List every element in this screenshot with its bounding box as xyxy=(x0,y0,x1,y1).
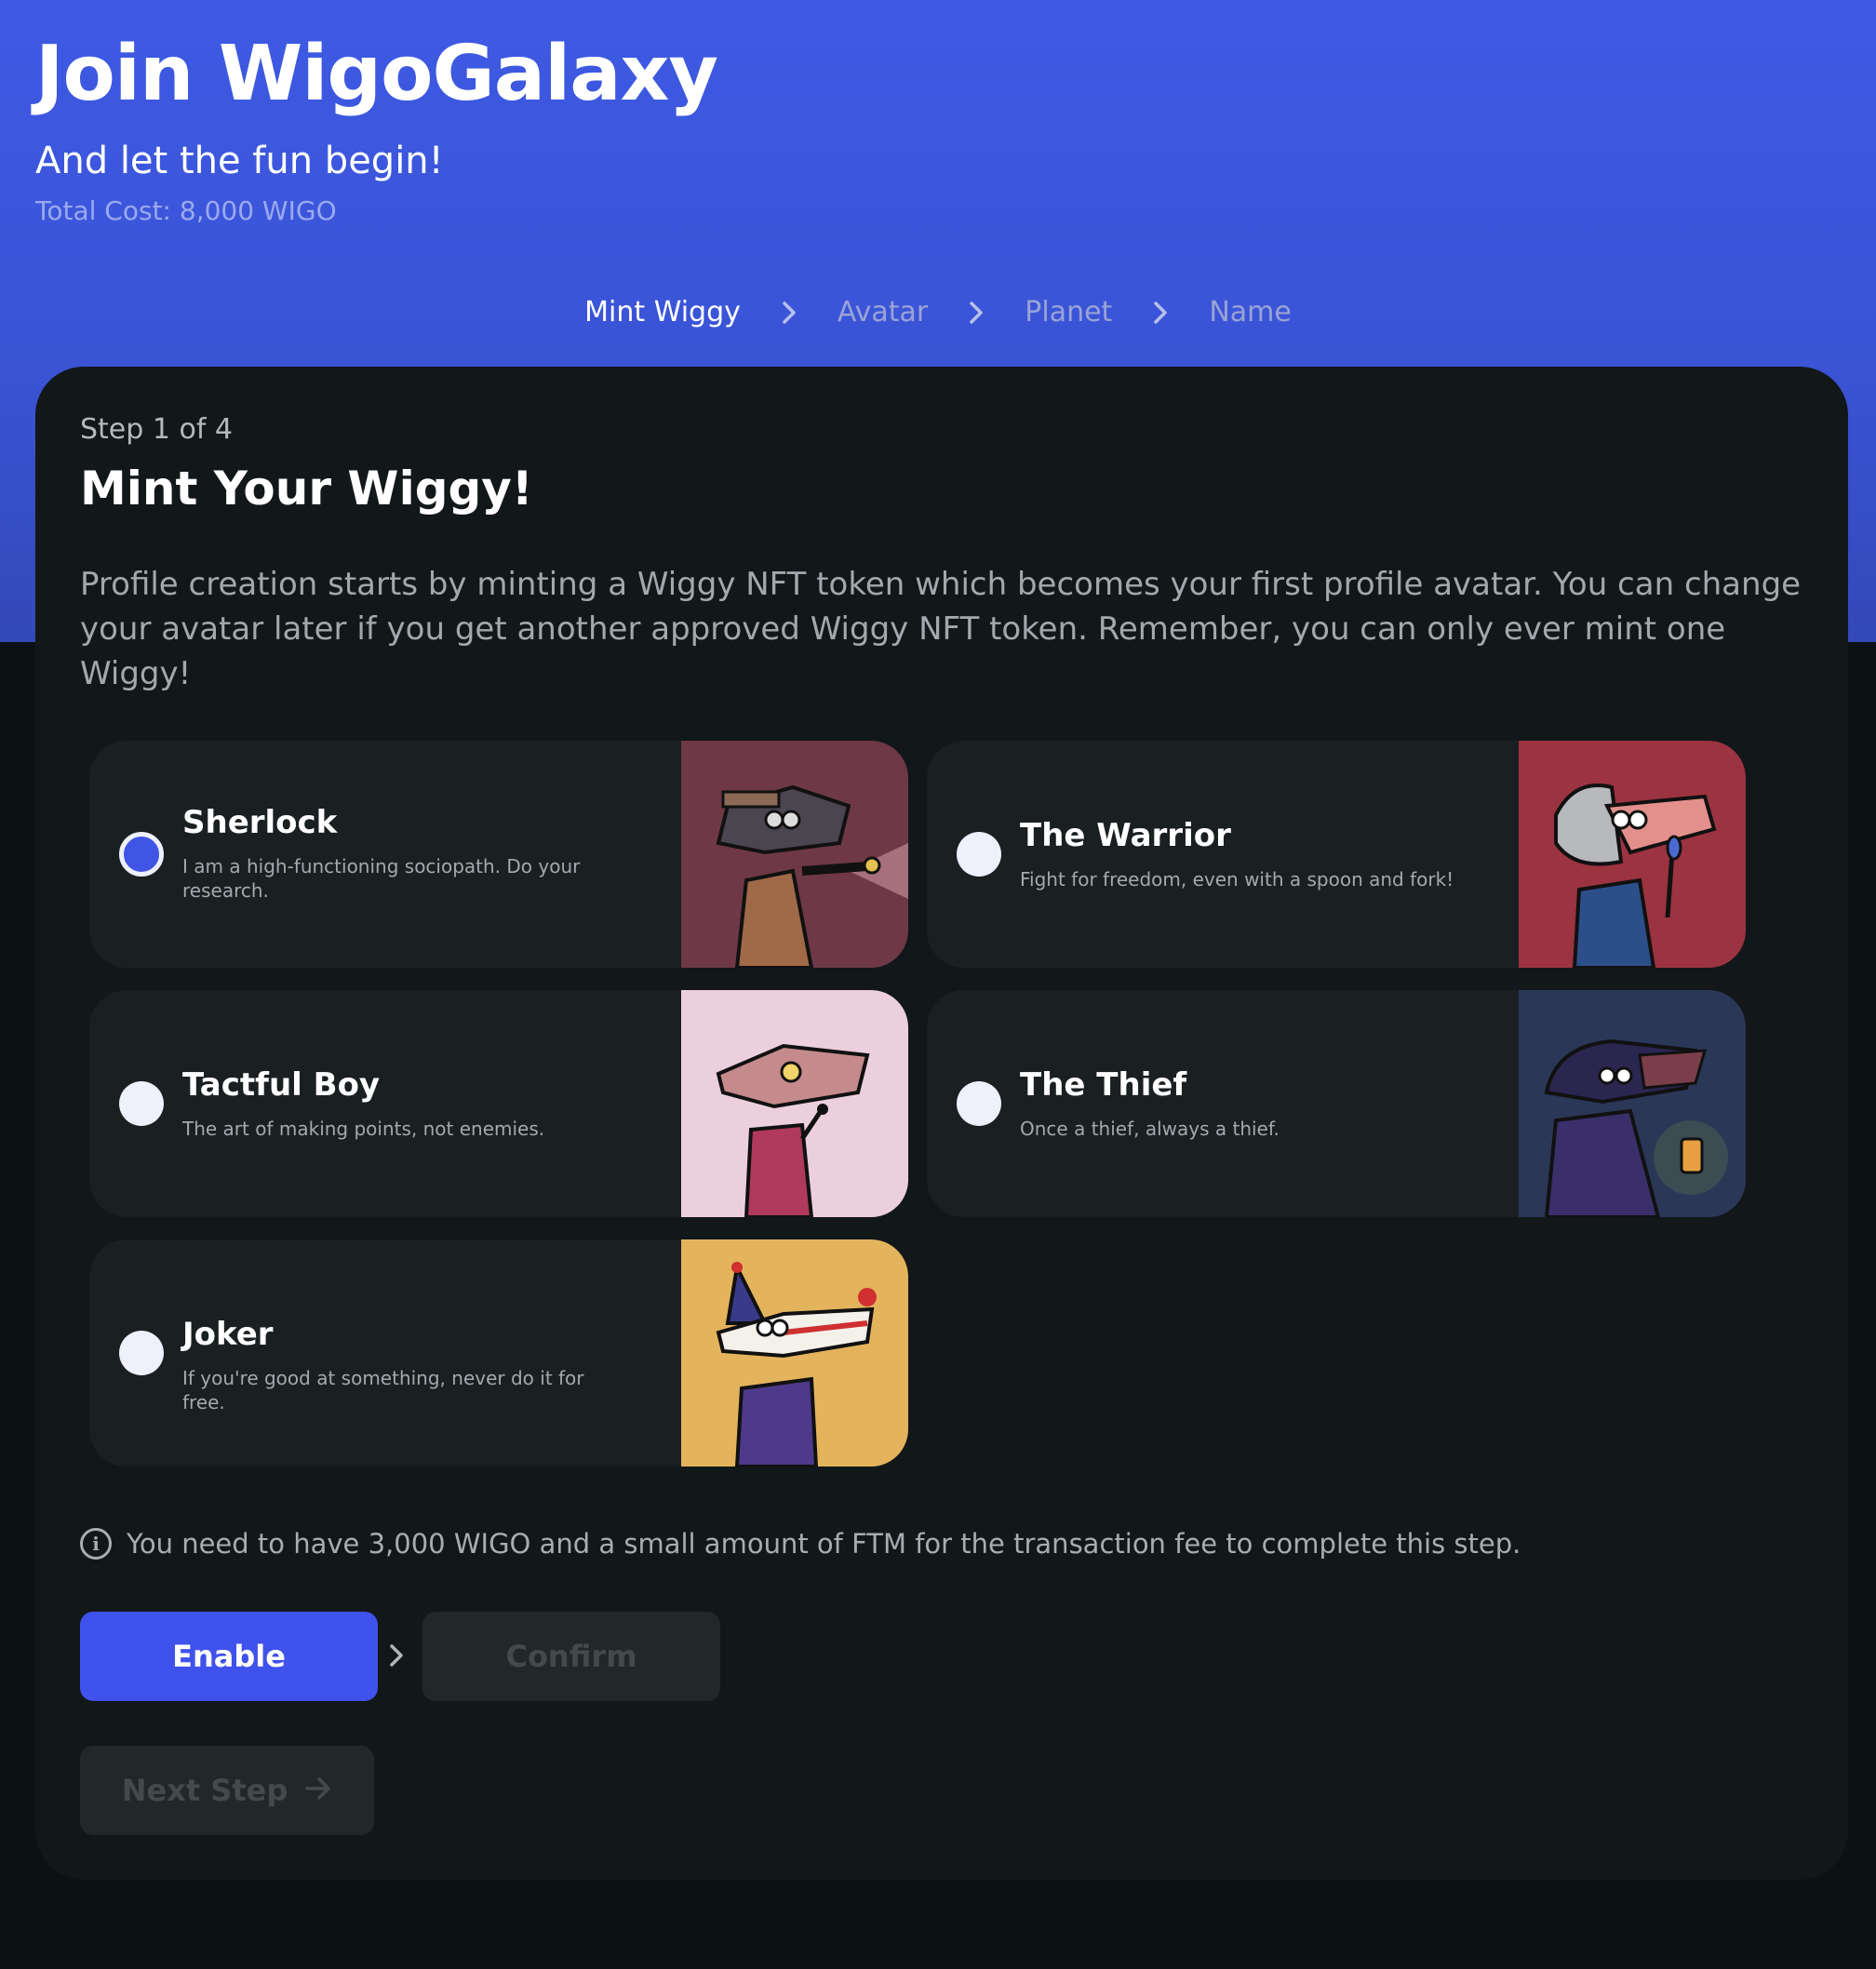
option-description: If you're good at something, never do it… xyxy=(182,1367,584,1413)
radio-button[interactable] xyxy=(119,1081,164,1126)
option-name: The Thief xyxy=(1020,1066,1187,1104)
requirement-text: You need to have 3,000 WIGO and a small … xyxy=(127,1528,1521,1560)
chevron-right-icon xyxy=(389,1641,404,1673)
radio-button-selected[interactable] xyxy=(119,832,164,877)
breadcrumb-avatar[interactable]: Avatar xyxy=(834,296,931,328)
radio-button[interactable] xyxy=(119,1331,164,1375)
option-text: The Warrior Fight for freedom, even with… xyxy=(1020,817,1457,891)
option-tactful-boy[interactable]: Tactful Boy The art of making points, no… xyxy=(89,990,908,1217)
option-description: I am a high-functioning sociopath. Do yo… xyxy=(182,855,581,902)
card-title: Mint Your Wiggy! xyxy=(80,462,533,516)
option-name: Tactful Boy xyxy=(182,1066,381,1104)
breadcrumb-mint-wiggy[interactable]: Mint Wiggy xyxy=(581,296,744,328)
option-name: Sherlock xyxy=(182,804,338,841)
warrior-avatar-icon xyxy=(1519,741,1746,968)
step-indicator: Step 1 of 4 xyxy=(80,413,234,446)
page-subtitle: And let the fun begin! xyxy=(35,140,444,182)
option-name: The Warrior xyxy=(1020,817,1231,854)
breadcrumb-planet[interactable]: Planet xyxy=(1021,296,1116,328)
chevron-right-icon xyxy=(782,301,797,325)
breadcrumb-name[interactable]: Name xyxy=(1205,296,1295,328)
option-description: Fight for freedom, even with a spoon and… xyxy=(1020,868,1454,891)
tactful-boy-avatar-icon xyxy=(681,990,908,1217)
option-text: Tactful Boy The art of making points, no… xyxy=(182,1066,620,1141)
card-description: Profile creation starts by minting a Wig… xyxy=(80,566,1802,692)
option-description: The art of making points, not enemies. xyxy=(182,1118,545,1140)
arrow-right-icon xyxy=(304,1773,332,1808)
option-text: The Thief Once a thief, always a thief. xyxy=(1020,1066,1457,1141)
option-the-warrior[interactable]: The Warrior Fight for freedom, even with… xyxy=(927,741,1746,968)
radio-button[interactable] xyxy=(957,832,1001,877)
page-title: Join WigoGalaxy xyxy=(35,30,718,118)
next-step-button[interactable]: Next Step xyxy=(80,1746,374,1835)
requirement-info: i You need to have 3,000 WIGO and a smal… xyxy=(80,1528,1521,1560)
option-text: Sherlock I am a high-functioning sociopa… xyxy=(182,804,620,903)
option-description: Once a thief, always a thief. xyxy=(1020,1118,1280,1140)
radio-button[interactable] xyxy=(957,1081,1001,1126)
option-sherlock[interactable]: Sherlock I am a high-functioning sociopa… xyxy=(89,741,908,968)
breadcrumb: Mint Wiggy Avatar Planet Name xyxy=(0,296,1876,328)
mint-card: Step 1 of 4 Mint Your Wiggy! Profile cre… xyxy=(35,367,1848,1880)
info-icon: i xyxy=(80,1528,112,1560)
confirm-button[interactable]: Confirm xyxy=(422,1612,720,1701)
option-joker[interactable]: Joker If you're good at something, never… xyxy=(89,1239,908,1467)
chevron-right-icon xyxy=(969,301,984,325)
thief-avatar-icon xyxy=(1519,990,1746,1217)
joker-avatar-icon xyxy=(681,1239,908,1467)
sherlock-avatar-icon xyxy=(681,741,908,968)
total-cost: Total Cost: 8,000 WIGO xyxy=(35,195,337,226)
option-the-thief[interactable]: The Thief Once a thief, always a thief. xyxy=(927,990,1746,1217)
option-text: Joker If you're good at something, never… xyxy=(182,1316,620,1414)
enable-button[interactable]: Enable xyxy=(80,1612,378,1701)
next-step-label: Next Step xyxy=(121,1773,288,1808)
option-name: Joker xyxy=(182,1316,274,1353)
chevron-right-icon xyxy=(1153,301,1168,325)
